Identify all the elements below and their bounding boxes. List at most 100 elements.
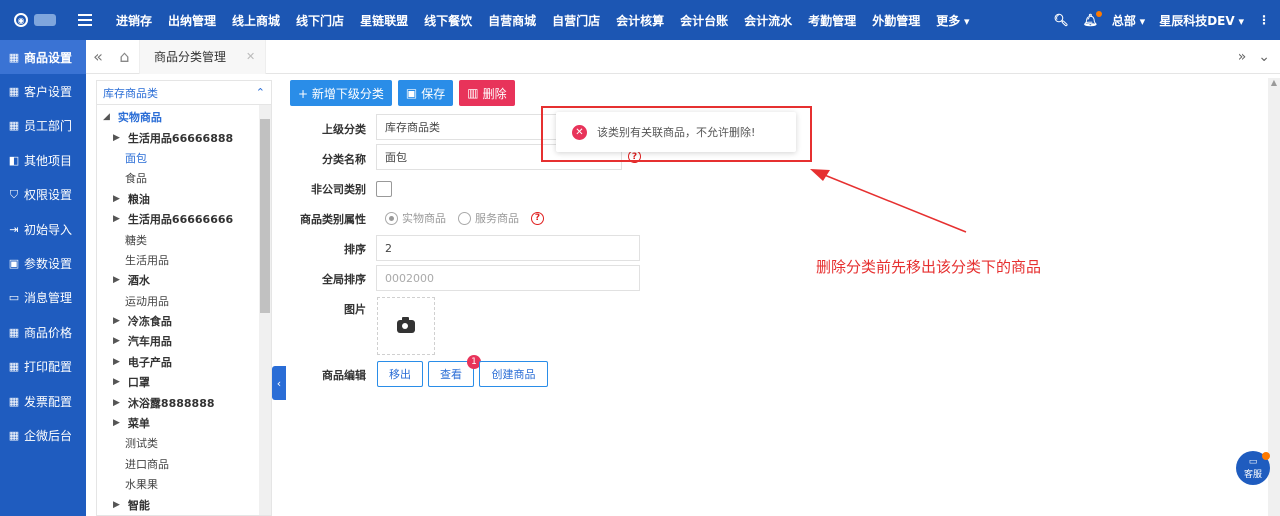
sidebar-item[interactable]: ▦ 员工部门 [0,109,86,143]
top-nav-item[interactable]: 进销存 [108,12,160,29]
sidebar-item[interactable]: ▦ 打印配置 [0,350,86,384]
close-icon[interactable]: ✕ [246,50,255,63]
help-icon[interactable]: ? [531,211,544,225]
caret-right-icon[interactable]: ▶ [113,194,120,204]
sidebar-item[interactable]: ▦ 客户设置 [0,74,86,108]
home-icon[interactable]: ⌂ [110,39,140,74]
tree-node[interactable]: 运动用品 [97,291,271,311]
sidebar-item[interactable]: ◧ 其他项目 [0,143,86,177]
top-nav-item[interactable]: 自营门店 [544,12,608,29]
org-switcher[interactable]: 总部 [1112,12,1145,29]
caret-down-icon[interactable]: ◢ [103,112,110,122]
category-attr-label: 商品类别属性 [300,213,366,226]
tree-node[interactable]: ▶ 生活用品66666888 [97,127,271,147]
top-nav-item[interactable]: 会计核算 [608,12,672,29]
radio-physical-goods[interactable]: 实物商品 [385,210,446,226]
sidebar-item-icon: ▦ [8,428,20,442]
sidebar-item[interactable]: ▣ 参数设置 [0,246,86,280]
caret-right-icon[interactable]: ▶ [113,357,120,367]
logo [34,14,56,26]
tree-node[interactable]: ▶ 酒水 [97,270,271,290]
move-out-button[interactable]: 移出 [377,361,423,387]
top-nav-item[interactable]: 线上商城 [224,12,288,29]
scroll-up-icon[interactable]: ▲ [1268,78,1280,90]
top-nav-item[interactable]: 星链联盟 [352,12,416,29]
top-nav-item[interactable]: 自营商城 [480,12,544,29]
sidebar-item[interactable]: ▭ 消息管理 [0,281,86,315]
create-goods-button[interactable]: 创建商品 [479,361,548,387]
tree-node-root[interactable]: ◢ 实物商品 [97,107,271,127]
tree-node[interactable]: ▶ 粮油 [97,189,271,209]
user-icon[interactable]: ◉ [14,13,28,27]
main-scrollbar[interactable]: ▲ [1268,78,1280,516]
tree-type-select[interactable]: 库存商品类 ⌃ [97,81,271,105]
radio-service-goods[interactable]: 服务商品 [458,210,519,226]
tree-node[interactable]: ▶ 电子产品 [97,352,271,372]
caret-right-icon[interactable]: ▶ [113,275,120,285]
sidebar-item-icon: ◧ [8,153,20,167]
bell-icon[interactable]: 🔔︎ [1083,11,1102,27]
sort-field[interactable]: 2 [376,235,640,261]
tree-node-label: 水果果 [125,478,158,492]
company-switcher[interactable]: 星辰科技DEV [1159,12,1244,29]
chevron-down-icon[interactable]: ⌄ [1258,49,1270,65]
search-icon[interactable]: 🔍︎ [1053,13,1068,27]
tree-node[interactable]: 水果果 [97,474,271,494]
sidebar-item[interactable]: ▦ 发票配置 [0,384,86,418]
top-nav-item[interactable]: 更多 [928,12,977,29]
more-options-icon[interactable]: ⋮ [1258,13,1270,27]
caret-right-icon[interactable]: ▶ [113,500,120,510]
sidebar-item[interactable]: ⛉ 权限设置 [0,178,86,212]
tree-node[interactable]: ▶ 生活用品66666666 [97,209,271,229]
tree-node[interactable]: ▶ 菜单 [97,413,271,433]
tree-node[interactable]: ▶ 冷冻食品 [97,311,271,331]
tree-node-label: 运动用品 [125,294,169,308]
sidebar-item[interactable]: ⇥ 初始导入 [0,212,86,246]
caret-right-icon[interactable]: ▶ [113,418,120,428]
top-nav-item[interactable]: 考勤管理 [800,12,864,29]
tree-scrollbar[interactable] [259,105,271,515]
caret-right-icon[interactable]: ▶ [113,214,120,224]
tree-node[interactable]: 测试类 [97,433,271,453]
caret-right-icon[interactable]: ▶ [113,336,120,346]
tree-node[interactable]: 面包 [97,148,271,168]
collapse-panel-button[interactable]: ‹ [272,366,286,400]
tree-node[interactable]: ▶ 智能 [97,494,271,514]
tab-category-management[interactable]: 商品分类管理 ✕ [140,39,267,74]
noncompany-checkbox[interactable] [376,181,392,197]
top-nav-item[interactable]: 会计台账 [672,12,736,29]
add-subcategory-button[interactable]: + 新增下级分类 [290,80,392,106]
caret-right-icon[interactable]: ▶ [113,377,120,387]
caret-right-icon[interactable]: ▶ [113,398,120,408]
save-button[interactable]: ▣ 保存 [397,80,454,106]
menu-toggle-icon[interactable] [78,14,92,26]
tree-node[interactable]: ▶ 口罩 [97,372,271,392]
image-upload[interactable] [377,297,435,355]
tree-scrollbar-thumb[interactable] [260,119,270,313]
tree-node[interactable]: ▶ 沐浴露8888888 [97,392,271,412]
tree-node[interactable]: 食品 [97,168,271,188]
sidebar-item[interactable]: ▦ 商品设置 [0,40,86,75]
toast-message: 该类别有关联商品，不允许删除! [597,126,756,139]
tree-node[interactable]: 生活用品 [97,250,271,270]
tree-node[interactable]: 进口商品 [97,454,271,474]
tree-node[interactable]: 糖类 [97,229,271,249]
category-name-label: 分类名称 [322,153,366,166]
sidebar-item[interactable]: ▦ 企微后台 [0,418,86,452]
tab-label: 商品分类管理 [154,50,227,64]
top-nav-item[interactable]: 线下门店 [288,12,352,29]
global-sort-field[interactable]: 0002000 [376,265,640,291]
delete-button[interactable]: ▥ 删除 [459,80,515,106]
top-nav-item[interactable]: 会计流水 [736,12,800,29]
tab-scroll-right-icon[interactable]: » [1238,49,1247,65]
tree-node[interactable]: ▶ 汽车用品 [97,331,271,351]
caret-right-icon[interactable]: ▶ [113,133,120,143]
top-nav-item[interactable]: 出纳管理 [160,12,224,29]
tab-scroll-left-icon[interactable]: « [86,47,110,66]
caret-right-icon[interactable]: ▶ [113,316,120,326]
sidebar-item-label: 其他项目 [24,153,73,168]
top-nav-item[interactable]: 线下餐饮 [416,12,480,29]
top-nav-item[interactable]: 外勤管理 [864,12,928,29]
sidebar-item[interactable]: ▦ 商品价格 [0,315,86,349]
sidebar-item-icon: ▣ [8,257,20,271]
